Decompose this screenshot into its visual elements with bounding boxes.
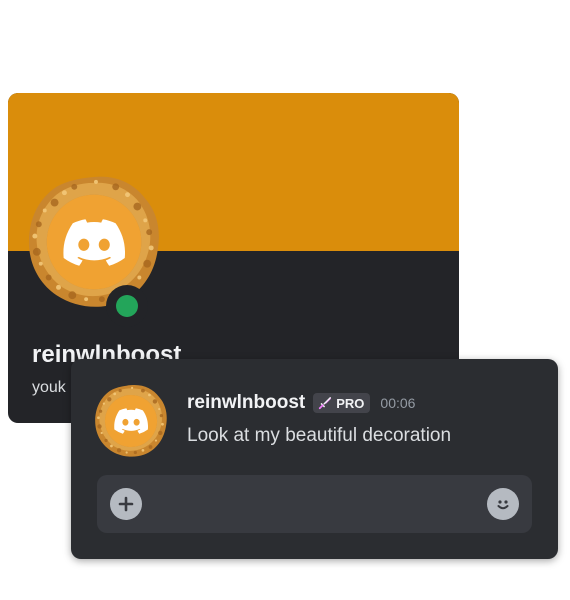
message-text: Look at my beautiful decoration (187, 425, 452, 446)
message-avatar-circle (103, 393, 159, 449)
message-username[interactable]: reinwlnboost (187, 392, 305, 414)
message-header: reinwlnboost PRO 00:06 (187, 392, 415, 414)
message-composer[interactable] (97, 475, 532, 533)
plus-icon (118, 496, 134, 512)
discord-logo-icon (114, 408, 148, 434)
message-timestamp: 00:06 (380, 395, 416, 411)
sword-icon (319, 397, 332, 410)
profile-popout-scene: reinwlnboost youk reinwlnboost PRO 00:06 (0, 0, 570, 600)
message-preview-card: reinwlnboost PRO 00:06 Look at my beauti… (71, 359, 558, 559)
pro-badge[interactable]: PRO (313, 393, 371, 413)
pro-badge-label: PRO (336, 395, 365, 411)
discord-logo-icon (63, 219, 125, 266)
online-status-indicator (106, 285, 148, 327)
add-attachment-button[interactable] (110, 488, 142, 520)
profile-handle: youk (32, 379, 66, 396)
avatar-circle (43, 191, 145, 293)
profile-avatar[interactable] (25, 173, 163, 311)
online-status-dot (116, 295, 138, 317)
message-avatar[interactable] (93, 383, 169, 459)
smiley-icon (497, 500, 509, 510)
emoji-picker-button[interactable] (487, 488, 519, 520)
